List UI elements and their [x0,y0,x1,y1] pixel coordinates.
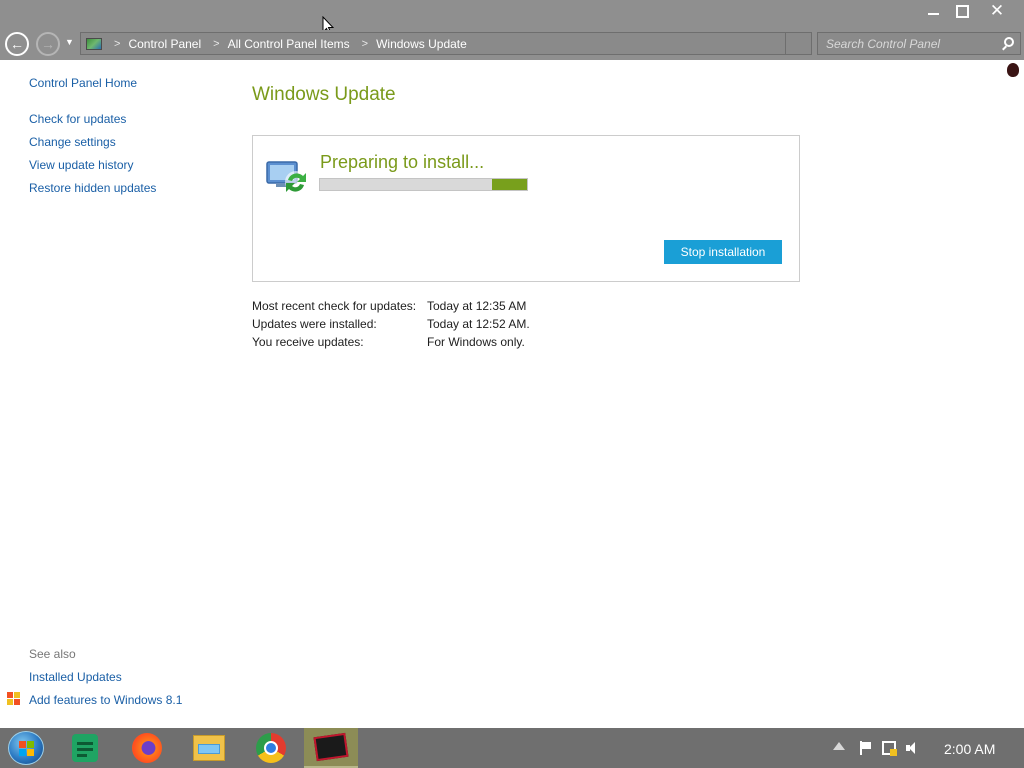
search-input[interactable] [826,36,996,51]
info-value-last-check: Today at 12:35 AM [427,299,527,313]
windows-logo-icon [19,741,35,757]
sidebar-control-panel-home[interactable]: Control Panel Home [29,76,137,90]
see-also-heading: See also [29,647,76,661]
taskbar-firefox[interactable] [120,728,174,768]
sidebar-restore-hidden-updates[interactable]: Restore hidden updates [29,181,156,195]
title-bar: ✕ [0,0,1024,30]
see-also-installed-updates[interactable]: Installed Updates [29,670,122,684]
file-explorer-icon [193,735,225,761]
breadcrumb-windows-update[interactable]: Windows Update [376,37,467,51]
info-label-installed: Updates were installed: [252,317,377,331]
breadcrumb-separator-icon[interactable]: > [114,38,120,50]
sidebar-change-settings[interactable]: Change settings [29,135,116,149]
breadcrumb-control-panel[interactable]: Control Panel [128,37,201,51]
install-progress-bar [319,178,528,191]
windows-features-icon [7,692,21,706]
navigation-bar: ← → ▼ > Control Panel > All Control Pane… [0,30,1024,60]
forward-button[interactable]: → [36,32,60,56]
see-also-add-features[interactable]: Add features to Windows 8.1 [29,693,182,707]
volume-icon[interactable] [906,741,920,755]
page-title: Windows Update [252,84,396,105]
progress-fill [492,179,527,190]
sidebar-check-for-updates[interactable]: Check for updates [29,112,126,126]
taskbar-chrome[interactable] [244,728,298,768]
taskbar-game[interactable] [304,728,358,768]
taskbar-file-explorer[interactable] [182,728,236,768]
stop-installation-button[interactable]: Stop installation [664,240,782,264]
info-label-last-check: Most recent check for updates: [252,299,417,313]
google-sheets-icon [72,734,98,762]
show-hidden-icons-icon[interactable] [833,742,845,750]
network-icon[interactable] [882,741,897,756]
taskbar-clock[interactable]: 2:00 AM [944,741,995,757]
windows-update-icon [266,161,307,193]
firefox-icon [132,733,162,763]
restore-icon[interactable] [947,0,977,22]
game-app-icon [313,732,349,762]
control-panel-icon [86,37,102,50]
breadcrumb-separator-icon[interactable]: > [362,38,368,50]
breadcrumb-all-items[interactable]: All Control Panel Items [228,37,350,51]
start-button[interactable] [8,731,44,765]
address-bar-end [785,33,811,54]
info-value-receive: For Windows only. [427,335,525,349]
address-bar[interactable]: > Control Panel > All Control Panel Item… [80,32,812,55]
search-box[interactable] [817,32,1021,55]
chrome-icon [256,733,286,763]
sidebar-view-update-history[interactable]: View update history [29,158,134,172]
back-button[interactable]: ← [5,32,29,56]
recent-locations-dropdown-icon[interactable]: ▼ [65,37,74,47]
help-icon[interactable] [1007,63,1019,77]
install-status-title: Preparing to install... [320,152,485,172]
close-icon[interactable]: ✕ [982,0,1012,22]
search-icon[interactable] [1004,37,1014,47]
update-status-panel: Preparing to install... Stop installatio… [252,135,800,282]
breadcrumb-separator-icon[interactable]: > [213,38,219,50]
info-value-installed: Today at 12:52 AM. [427,317,530,331]
info-label-receive: You receive updates: [252,335,364,349]
minimize-icon[interactable] [918,0,948,22]
action-center-flag-icon[interactable] [858,741,872,755]
taskbar-google-sheets[interactable] [58,728,112,768]
